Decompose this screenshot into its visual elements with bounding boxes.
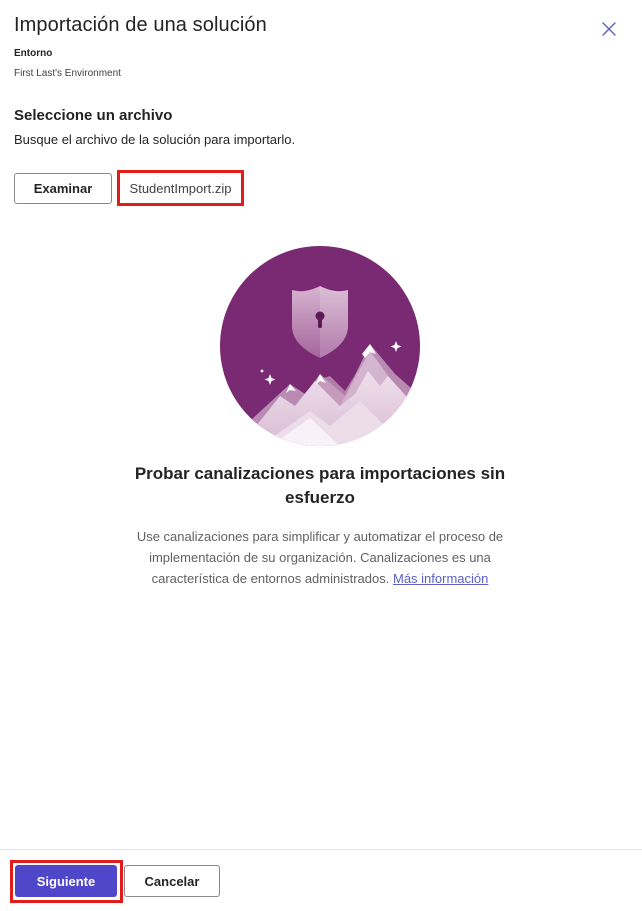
environment-label: Entorno [14,48,53,59]
environment-value: First Last's Environment [14,68,121,79]
browse-button[interactable]: Examinar [14,173,112,204]
shield-mountains-illustration [220,246,420,446]
select-file-description: Busque el archivo de la solución para im… [14,132,296,147]
promo-description: Use canalizaciones para simplificar y au… [110,526,530,589]
next-button[interactable]: Siguiente [15,865,117,897]
cancel-button[interactable]: Cancelar [124,865,220,897]
close-button[interactable] [598,18,620,40]
close-icon [602,22,616,36]
import-solution-panel: Importación de una solución Entorno Firs… [0,0,642,911]
learn-more-link[interactable]: Más información [393,571,488,586]
dialog-title: Importación de una solución [14,14,267,36]
select-file-heading: Seleccione un archivo [14,107,173,124]
promo-title: Probar canalizaciones para importaciones… [134,464,506,507]
footer-divider [0,849,642,850]
selected-file-name: StudentImport.zip [117,170,244,206]
